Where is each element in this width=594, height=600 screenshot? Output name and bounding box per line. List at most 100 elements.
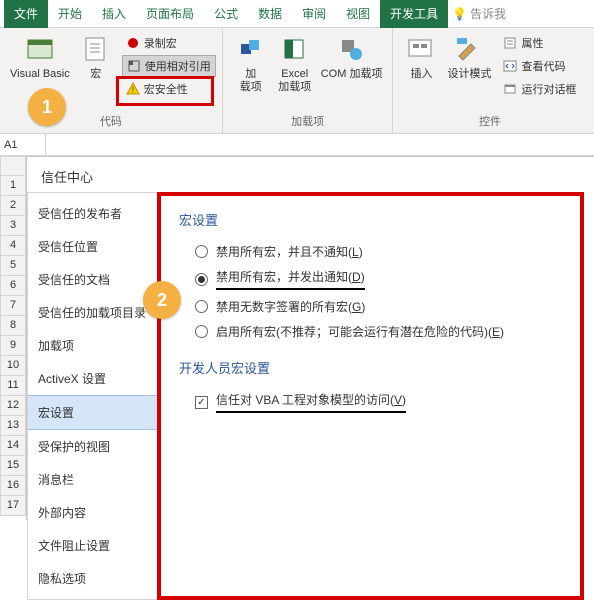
dev-section-title: 开发人员宏设置: [179, 358, 566, 377]
tab-review[interactable]: 审阅: [292, 0, 336, 28]
annotation-red-box-1: [116, 76, 214, 106]
run-dialog-label: 运行对话框: [521, 81, 576, 97]
trust-vba-hotkey: V: [394, 393, 402, 407]
com-addins-button[interactable]: COM 加载项: [317, 32, 387, 111]
addins-button[interactable]: 加 载项: [229, 32, 273, 111]
select-all-corner[interactable]: [0, 156, 26, 176]
use-relative-button[interactable]: 使用相对引用: [122, 55, 216, 77]
tab-developer[interactable]: 开发工具: [380, 0, 448, 28]
macro-option-row[interactable]: 禁用所有宏，并且不通知(L): [195, 243, 566, 260]
trust-center-sidebar-item[interactable]: ActiveX 设置: [28, 362, 157, 395]
tab-data[interactable]: 数据: [248, 0, 292, 28]
row-header[interactable]: 15: [0, 456, 26, 476]
macro-option-row[interactable]: 禁用所有宏，并发出通知(D): [195, 268, 566, 290]
trust-center-sidebar: 受信任的发布者受信任位置受信任的文档受信任的加载项目录加载项ActiveX 设置…: [27, 192, 157, 600]
macros-button[interactable]: 宏: [74, 32, 118, 111]
trust-center-main: 宏设置 禁用所有宏，并且不通知(L)禁用所有宏，并发出通知(D)禁用无数字签署的…: [157, 192, 584, 600]
tab-insert[interactable]: 插入: [92, 0, 136, 28]
insert-control-button[interactable]: 插入: [399, 32, 443, 111]
macro-option-label: 禁用无数字签署的所有宏: [216, 300, 348, 314]
macro-option-label: 启用所有宏(不推荐；可能会运行有潜在危险的代码): [216, 325, 488, 339]
tab-page-layout[interactable]: 页面布局: [136, 0, 204, 28]
row-header[interactable]: 16: [0, 476, 26, 496]
insert-control-label: 插入: [410, 68, 432, 81]
row-header[interactable]: 11: [0, 376, 26, 396]
record-macro-button[interactable]: 录制宏: [122, 32, 216, 54]
addins-label: 加 载项: [240, 68, 262, 94]
trust-center-sidebar-item[interactable]: 文件阻止设置: [28, 529, 157, 562]
tab-file[interactable]: 文件: [4, 0, 48, 28]
row-header[interactable]: 4: [0, 236, 26, 256]
excel-addins-icon: [279, 34, 311, 66]
macros-icon: [80, 34, 112, 66]
trust-center-sidebar-item[interactable]: 外部内容: [28, 496, 157, 529]
trust-center-sidebar-item[interactable]: 隐私选项: [28, 562, 157, 595]
excel-addins-button[interactable]: Excel 加载项: [273, 32, 317, 111]
tell-me-label: 告诉我: [470, 5, 506, 22]
radio-icon: [195, 300, 208, 313]
com-addins-label: COM 加载项: [321, 68, 383, 81]
macro-option-row[interactable]: 启用所有宏(不推荐；可能会运行有潜在危险的代码)(E): [195, 323, 566, 340]
annotation-badge-2: 2: [143, 281, 181, 319]
checkbox-icon: ✓: [195, 396, 208, 409]
row-header[interactable]: 17: [0, 496, 26, 516]
row-header[interactable]: 7: [0, 296, 26, 316]
macros-label: 宏: [90, 68, 101, 81]
record-icon: [126, 36, 140, 50]
record-macro-label: 录制宏: [144, 35, 177, 51]
radio-icon: [195, 245, 208, 258]
design-mode-button[interactable]: 设计模式: [443, 32, 495, 111]
use-relative-label: 使用相对引用: [145, 58, 211, 74]
run-dialog-icon: [503, 82, 517, 96]
row-header[interactable]: 6: [0, 276, 26, 296]
row-header[interactable]: 14: [0, 436, 26, 456]
visual-basic-icon: [24, 34, 56, 66]
trust-center-dialog: 信任中心 受信任的发布者受信任位置受信任的文档受信任的加载项目录加载项Activ…: [26, 156, 594, 520]
row-header[interactable]: 8: [0, 316, 26, 336]
macro-option-label: 禁用所有宏，并发出通知: [216, 270, 348, 284]
lightbulb-icon: 💡: [452, 7, 467, 21]
radio-icon: [195, 325, 208, 338]
row-header[interactable]: 1: [0, 176, 26, 196]
properties-button[interactable]: 属性: [499, 32, 580, 54]
row-header[interactable]: 5: [0, 256, 26, 276]
tell-me[interactable]: 💡 告诉我: [452, 5, 506, 22]
trust-center-sidebar-item[interactable]: 受信任的加载项目录: [28, 296, 157, 329]
trust-center-sidebar-item[interactable]: 受信任的发布者: [28, 197, 157, 230]
trust-center-sidebar-item[interactable]: 宏设置: [28, 395, 157, 430]
name-box[interactable]: A1: [0, 134, 46, 156]
row-header[interactable]: 10: [0, 356, 26, 376]
radio-icon: [195, 273, 208, 286]
excel-addins-label: Excel 加载项: [278, 68, 311, 94]
design-mode-label: 设计模式: [447, 68, 491, 81]
properties-label: 属性: [521, 35, 543, 51]
trust-center-sidebar-item[interactable]: 受保护的视图: [28, 430, 157, 463]
tab-formulas[interactable]: 公式: [204, 0, 248, 28]
macro-option-row[interactable]: 禁用无数字签署的所有宏(G): [195, 298, 566, 315]
trust-center-sidebar-item[interactable]: 消息栏: [28, 463, 157, 496]
addins-icon: [235, 34, 267, 66]
row-header[interactable]: 9: [0, 336, 26, 356]
row-header[interactable]: 12: [0, 396, 26, 416]
group-label-addins: 加载项: [229, 111, 387, 133]
trust-vba-label: 信任对 VBA 工程对象模型的访问: [216, 393, 390, 407]
trust-center-sidebar-item[interactable]: 受信任的文档: [28, 263, 157, 296]
properties-icon: [503, 36, 517, 50]
row-header[interactable]: 3: [0, 216, 26, 236]
view-code-button[interactable]: 查看代码: [499, 55, 580, 77]
trust-center-sidebar-item[interactable]: 受信任位置: [28, 230, 157, 263]
view-code-label: 查看代码: [521, 58, 565, 74]
row-header[interactable]: 2: [0, 196, 26, 216]
annotation-badge-1: 1: [28, 88, 66, 126]
tab-home[interactable]: 开始: [48, 0, 92, 28]
tab-view[interactable]: 视图: [336, 0, 380, 28]
run-dialog-button[interactable]: 运行对话框: [499, 78, 580, 100]
com-addins-icon: [336, 34, 368, 66]
row-header[interactable]: 13: [0, 416, 26, 436]
trust-center-sidebar-item[interactable]: 加载项: [28, 329, 157, 362]
trust-vba-checkbox-row[interactable]: ✓ 信任对 VBA 工程对象模型的访问(V): [195, 391, 566, 413]
design-mode-icon: [453, 34, 485, 66]
group-label-controls: 控件: [399, 111, 580, 133]
view-code-icon: [503, 59, 517, 73]
insert-control-icon: [405, 34, 437, 66]
